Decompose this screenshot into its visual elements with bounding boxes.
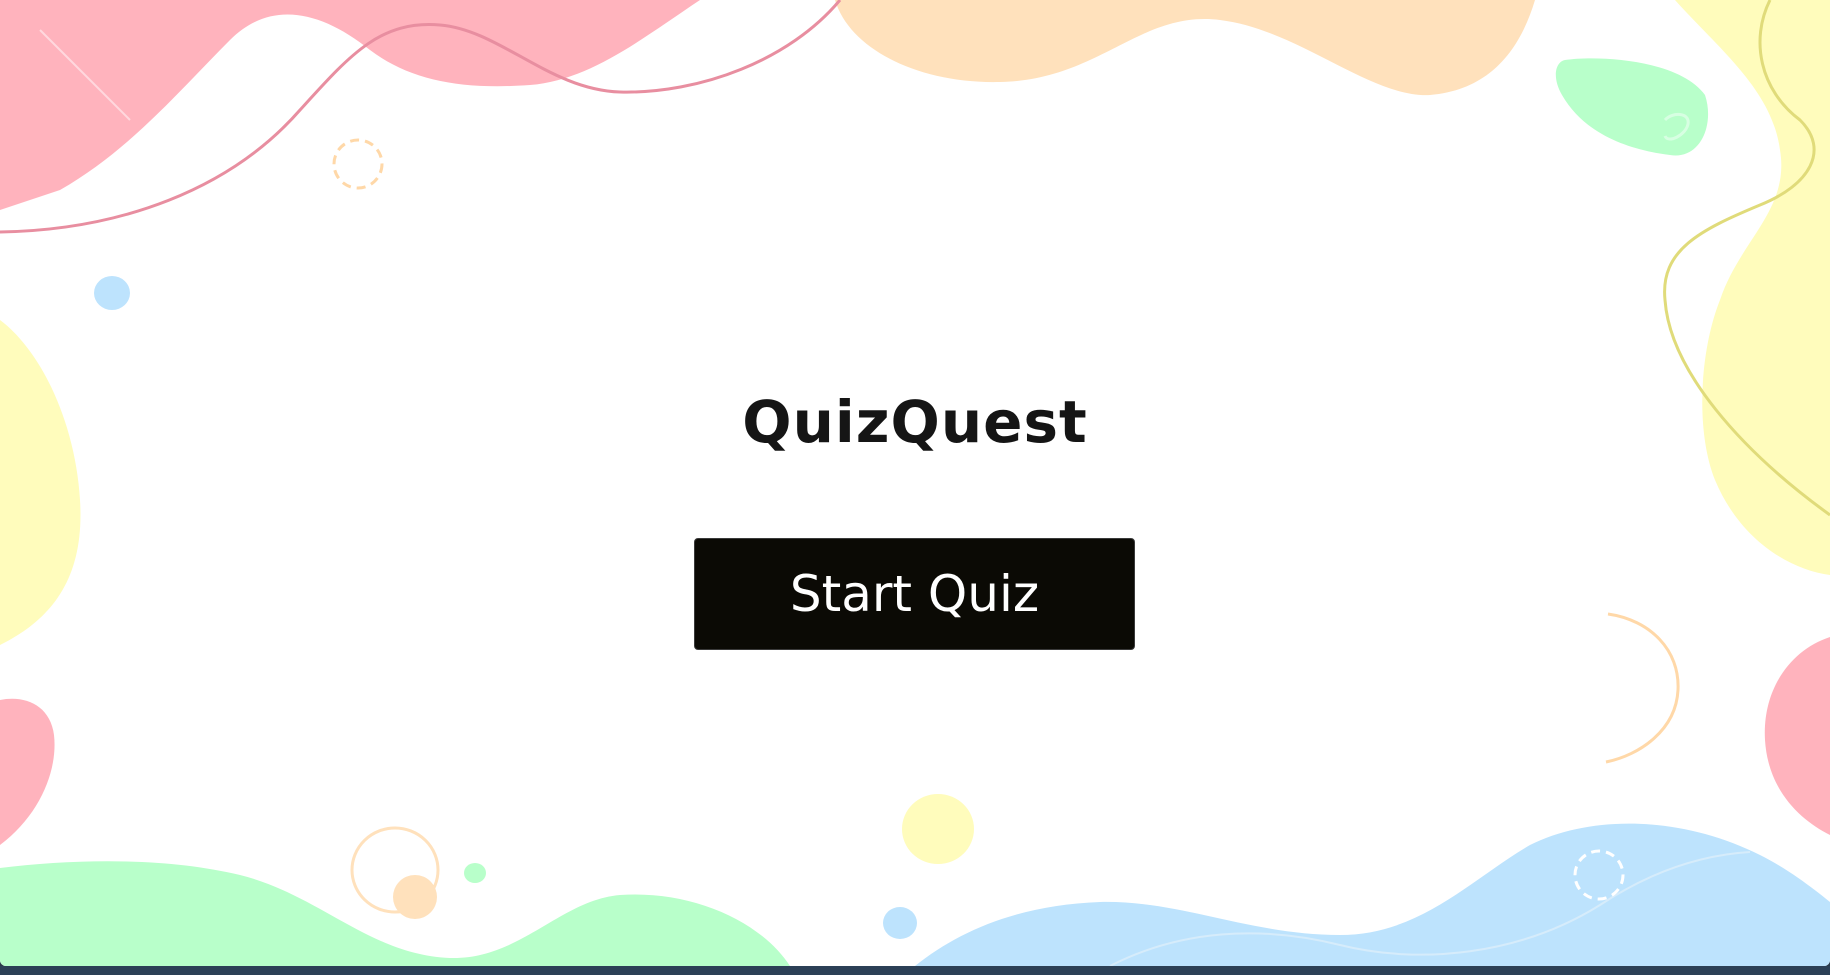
pink-blob-left-lower (0, 698, 55, 845)
taskbar-strip (0, 966, 1830, 975)
peach-dot-bottom (393, 875, 437, 919)
pink-blob-top-left (0, 0, 700, 210)
mint-dot-bottom (464, 863, 486, 883)
peach-arc-right (1605, 612, 1680, 764)
sky-dot-bottom (883, 907, 917, 939)
start-quiz-button[interactable]: Start Quiz (694, 538, 1135, 650)
yellow-dot-bottom (902, 794, 974, 864)
page-title: QuizQuest (742, 388, 1088, 456)
sky-dot-left (94, 276, 130, 310)
yellow-blob-left (0, 320, 81, 645)
sky-blob-bottom (915, 823, 1830, 966)
yellow-blob-right (1675, 0, 1830, 575)
mint-blob-bottom (0, 861, 790, 966)
dashed-circle-peach (332, 138, 384, 190)
quiz-start-screen: QuizQuest Start Quiz (0, 0, 1830, 966)
peach-blob-top (835, 0, 1535, 96)
pink-blob-right-lower (1764, 637, 1830, 835)
decorative-background (0, 0, 1830, 966)
mint-blob-top-right (1555, 58, 1709, 156)
